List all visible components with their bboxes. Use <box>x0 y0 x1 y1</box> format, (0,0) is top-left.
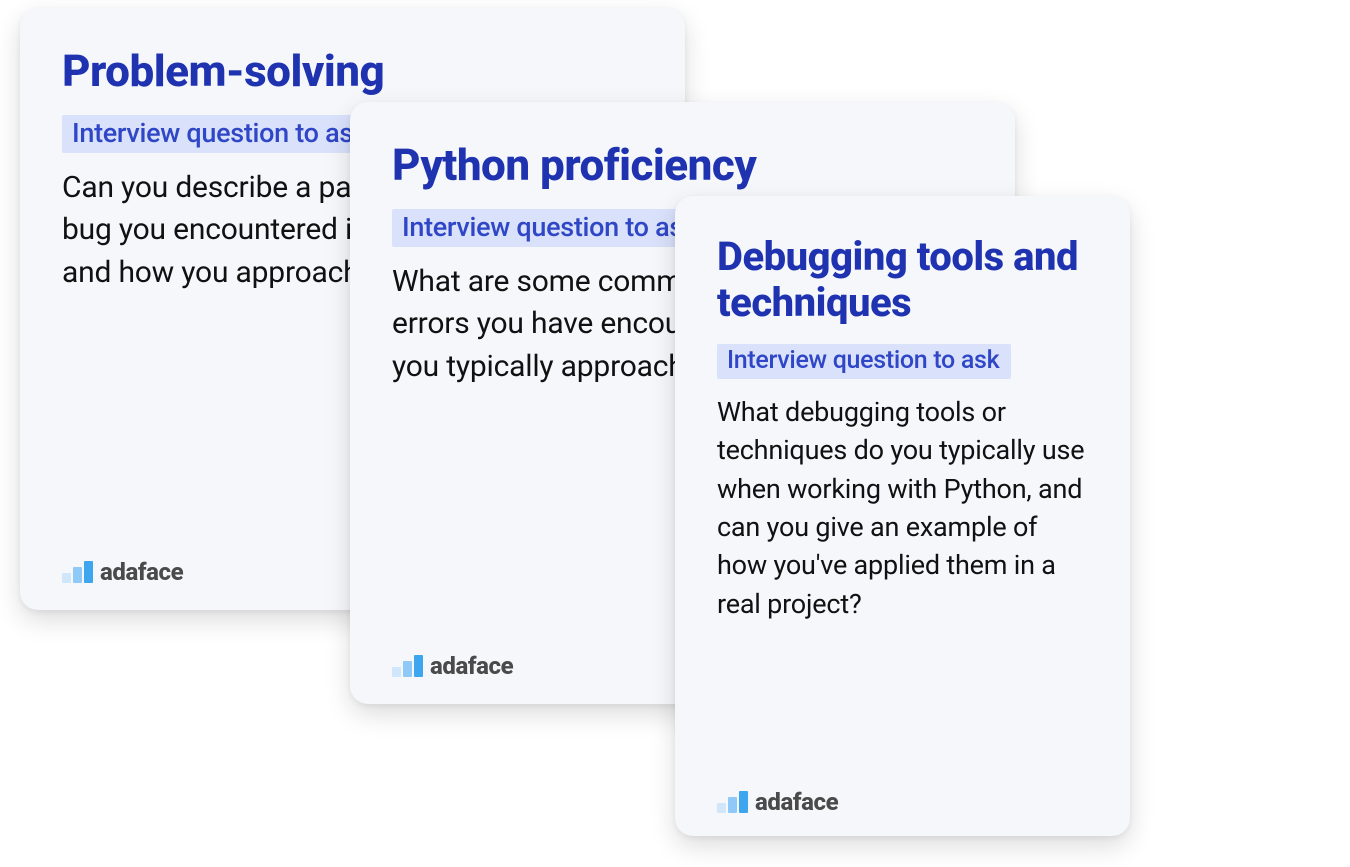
card-stack: Problem-solving Interview question to as… <box>0 0 1350 867</box>
interview-question-badge: Interview question to ask <box>392 209 709 247</box>
brand-logo: adaface <box>717 788 838 816</box>
brand-logo: adaface <box>62 558 183 586</box>
adaface-bars-icon <box>62 561 93 583</box>
card-title: Python proficiency <box>392 140 973 191</box>
interview-question-badge: Interview question to ask <box>62 115 379 153</box>
adaface-bars-icon <box>717 791 748 813</box>
question-card-debugging-tools: Debugging tools and techniques Interview… <box>675 196 1130 836</box>
brand-name: adaface <box>755 788 838 816</box>
adaface-bars-icon <box>392 655 423 677</box>
interview-question-badge: Interview question to ask <box>717 344 1011 379</box>
brand-name: adaface <box>430 652 513 680</box>
card-title: Debugging tools and techniques <box>717 234 1088 326</box>
question-body: What debugging tools or techniques do yo… <box>717 393 1088 623</box>
card-title: Problem-solving <box>62 46 643 97</box>
brand-name: adaface <box>100 558 183 586</box>
brand-logo: adaface <box>392 652 513 680</box>
